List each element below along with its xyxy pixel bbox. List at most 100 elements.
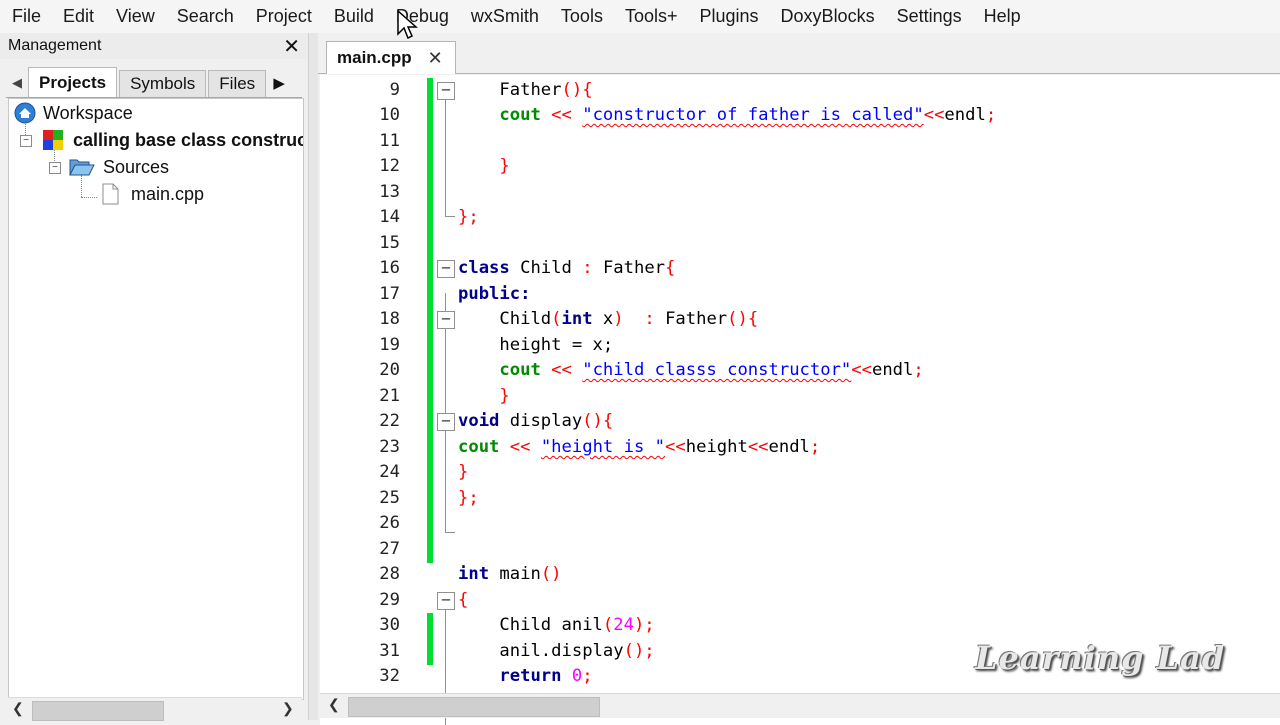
code-text: cout << "constructor of father is called… [499,105,997,125]
tab-symbols[interactable]: Symbols [119,70,207,97]
line-number: 18 [379,309,400,329]
line-number: 27 [379,539,400,559]
menu-doxyblocks[interactable]: DoxyBlocks [769,0,885,33]
code-line: 22 − void display(){ [320,409,1280,435]
change-marker [427,639,433,665]
menu-view[interactable]: View [104,0,165,33]
code-text: cout << "child classs constructor"<<endl… [499,360,924,380]
code-text: return 0; [499,666,593,686]
collapse-icon[interactable]: − [20,135,32,147]
code-line: 15 [320,231,1280,257]
change-marker [427,435,433,461]
line-number: 17 [379,284,400,304]
tab-files[interactable]: Files [208,70,267,97]
change-marker [427,537,433,563]
line-number: 32 [379,666,400,686]
collapse-icon[interactable]: − [49,162,61,174]
code-text: class Child : Father{ [458,258,676,278]
change-marker [427,511,433,537]
close-tab-icon[interactable]: ✕ [428,48,443,69]
editor-horizontal-scrollbar[interactable]: ❮ [320,693,1280,718]
tree-label-project: calling base class constructo [73,129,304,150]
code-text: } [499,386,510,406]
watermark-logo: Learning Lad [975,639,1226,677]
line-number: 14 [379,207,400,227]
menu-edit[interactable]: Edit [51,0,104,33]
tree-item-project[interactable]: calling base class constructo [41,127,304,153]
menu-settings[interactable]: Settings [885,0,972,33]
menu-search[interactable]: Search [165,0,244,33]
menu-tools[interactable]: Tools [549,0,613,33]
project-icon [43,130,63,150]
scrollbar-thumb[interactable] [32,701,164,721]
change-marker [427,129,433,155]
code-line: 9 − Father(){ [320,78,1280,104]
line-number: 23 [379,437,400,457]
folder-open-icon [69,159,95,176]
tree-item-main-cpp[interactable]: main.cpp [101,181,204,207]
code-text: anil.display(); [499,641,655,661]
code-text: { [458,590,469,610]
scrollbar-thumb[interactable] [348,697,600,717]
change-marker [427,307,433,333]
menu-build[interactable]: Build [322,0,384,33]
line-number: 31 [379,641,400,661]
menu-help[interactable]: Help [972,0,1031,33]
code-line: 30 Child anil(24); [320,613,1280,639]
code-line: 17 public: [320,282,1280,308]
change-marker [427,154,433,180]
menu-plugins[interactable]: Plugins [688,0,769,33]
code-line: 29 − { [320,588,1280,613]
tree-label-sources: Sources [103,156,170,177]
code-line: 28 int main() [320,562,1280,587]
tree-connector [81,197,97,198]
line-number: 22 [379,411,400,431]
tab-scroll-right-icon[interactable]: ▶ [268,69,290,97]
tree-label-file: main.cpp [131,183,205,204]
tree-item-sources[interactable]: Sources [69,154,169,180]
line-number: 10 [379,105,400,125]
tab-scroll-left-icon[interactable]: ◀ [6,69,28,97]
editor-area: main.cpp ✕ 9 − Father(){ 10 cout << "con… [318,33,1280,725]
change-marker [427,613,433,639]
code-line: 27 [320,537,1280,563]
menu-debug[interactable]: Debug [384,0,459,33]
fold-icon[interactable]: − [437,260,455,278]
menu-tools-plus[interactable]: Tools+ [613,0,688,33]
line-number: 9 [389,80,400,100]
fold-icon[interactable]: − [437,592,455,610]
fold-icon[interactable]: − [437,82,455,100]
horizontal-scrollbar[interactable]: ❮ ❯ [8,697,302,721]
code-line: 23 cout << "height is "<<height<<endl; [320,435,1280,461]
code-text: void display(){ [458,411,614,431]
change-marker [427,231,433,257]
code-line: 14 }; [320,205,1280,231]
change-marker [427,103,433,129]
code-text: int main() [458,564,562,584]
editor-tab-bar: main.cpp ✕ [318,33,1280,74]
line-number: 16 [379,258,400,278]
line-number: 25 [379,488,400,508]
menu-wxsmith[interactable]: wxSmith [459,0,549,33]
code-line: 13 [320,180,1280,206]
line-number: 20 [379,360,400,380]
code-editor[interactable]: 9 − Father(){ 10 cout << "constructor of… [320,75,1280,725]
change-marker [427,282,433,308]
change-marker [427,180,433,206]
management-title: Management [8,37,102,54]
scroll-left-icon[interactable]: ❮ [328,696,340,713]
line-number: 29 [379,590,400,610]
change-marker [427,333,433,359]
menu-project[interactable]: Project [244,0,322,33]
editor-tab-main-cpp[interactable]: main.cpp ✕ [326,41,456,74]
fold-icon[interactable]: − [437,311,455,329]
scroll-right-icon[interactable]: ❯ [282,700,294,717]
close-icon[interactable]: ✕ [283,34,300,59]
menu-file[interactable]: File [0,0,51,33]
fold-icon[interactable]: − [437,413,455,431]
workspace-icon [14,102,36,124]
tree-item-workspace[interactable]: Workspace [13,100,133,126]
scroll-left-icon[interactable]: ❮ [12,700,24,717]
code-text: Child(int x) : Father(){ [499,309,759,329]
tab-projects[interactable]: Projects [28,67,118,97]
